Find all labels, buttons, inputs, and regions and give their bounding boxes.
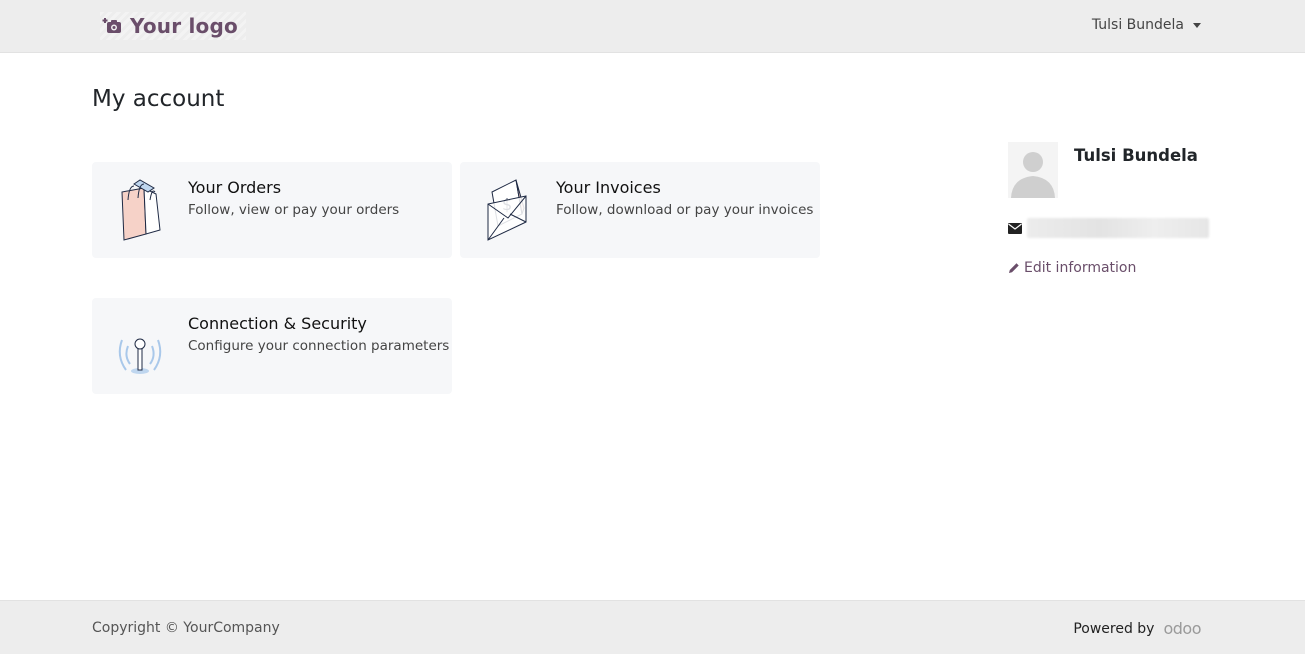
email-value-redacted (1027, 218, 1209, 238)
envelope-icon (1008, 222, 1022, 234)
card-title: Your Orders (188, 178, 282, 197)
pencil-icon (1009, 263, 1019, 273)
profile-name: Tulsi Bundela (1074, 146, 1198, 165)
copyright-text: Copyright © YourCompany (92, 620, 280, 636)
camera-icon (102, 18, 121, 33)
user-menu-name: Tulsi Bundela (1091, 17, 1184, 33)
card-description: Configure your connection parameters (188, 338, 450, 354)
company-logo[interactable]: Your logo (100, 12, 246, 40)
antenna-icon (118, 338, 162, 374)
page-footer: Copyright © YourCompany Powered by odoo (0, 600, 1305, 654)
user-silhouette-icon (1011, 152, 1055, 198)
caret-down-icon (1193, 22, 1201, 28)
powered-by-label: Powered by (1073, 620, 1155, 637)
user-menu-dropdown[interactable]: Tulsi Bundela (1092, 17, 1201, 33)
edit-information-label: Edit information (1024, 260, 1137, 276)
invoice-envelope-icon: $ (487, 179, 527, 241)
page-title: My account (92, 86, 225, 112)
card-your-orders[interactable]: Your Orders Follow, view or pay your ord… (92, 162, 452, 258)
edit-information-link[interactable]: Edit information (1008, 260, 1136, 276)
avatar (1008, 142, 1058, 198)
odoo-logo: odoo (1163, 619, 1201, 638)
card-title: Connection & Security (188, 314, 367, 333)
card-title: Your Invoices (556, 178, 661, 197)
card-description: Follow, view or pay your orders (188, 202, 400, 218)
card-description: Follow, download or pay your invoices (556, 202, 814, 218)
logo-text: Your logo (130, 14, 238, 38)
email-row (1008, 218, 1209, 238)
shopping-bag-icon (121, 179, 161, 241)
card-connection-security[interactable]: Connection & Security Configure your con… (92, 298, 452, 394)
top-navbar: Your logo Tulsi Bundela (0, 0, 1305, 53)
card-your-invoices[interactable]: $ Your Invoices Follow, download or pay … (460, 162, 820, 258)
powered-by[interactable]: Powered by odoo (1073, 619, 1201, 638)
